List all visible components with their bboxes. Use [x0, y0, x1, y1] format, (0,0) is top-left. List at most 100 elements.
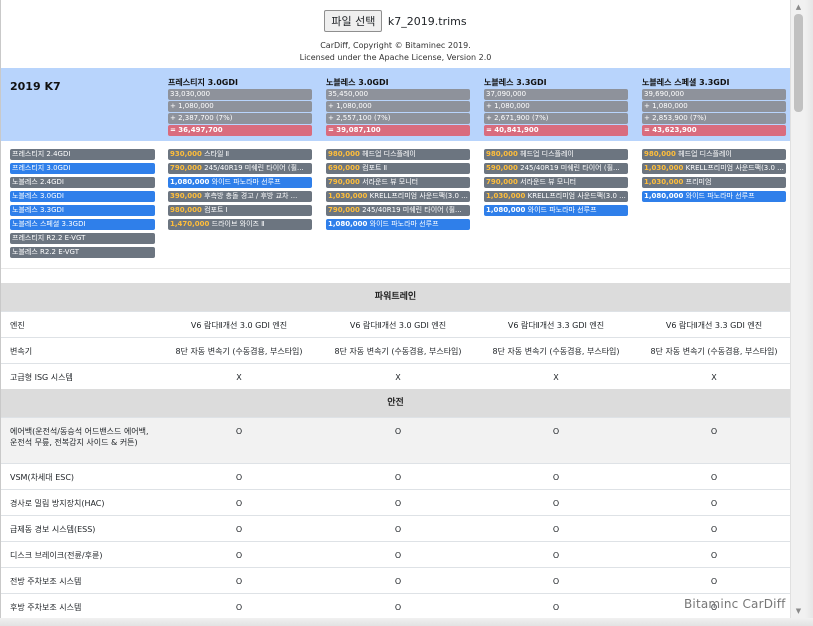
- window-shadow-right: [805, 0, 813, 626]
- scrollbar-thumb[interactable]: [794, 14, 803, 112]
- option-item[interactable]: 980,000 헤드업 디스플레이: [642, 149, 786, 160]
- option-item[interactable]: 980,000 헤드업 디스플레이: [484, 149, 628, 160]
- trim-name: 노블레스 스페셜 3.3GDI: [642, 78, 730, 87]
- option-name: 245/40R19 미쉐린 타이어 (휠...: [520, 164, 620, 172]
- option-name: 서라운드 뷰 모니터: [520, 178, 577, 186]
- option-item[interactable]: 980,000 헤드업 디스플레이: [326, 149, 470, 160]
- license-line: Licensed under the Apache License, Versi…: [299, 53, 492, 62]
- scroll-down-arrow-icon[interactable]: ▼: [791, 604, 806, 618]
- spec-label: 엔진: [10, 321, 25, 330]
- file-name-label: k7_2019.trims: [387, 15, 467, 28]
- option-item[interactable]: 390,000 후측방 충돌 경고 / 후방 교차 ...: [168, 191, 312, 202]
- option-price: 930,000: [170, 150, 202, 158]
- base-price: 33,030,000: [168, 89, 312, 100]
- option-price: 790,000: [328, 178, 360, 186]
- watermark: Bitaminc CarDiff: [684, 597, 786, 611]
- copyright-notice: CarDiff, Copyright © Bitaminec 2019. Lic…: [1, 40, 790, 64]
- spec-label: 디스크 브레이크(전륜/후륜): [10, 551, 103, 560]
- spec-value: O: [235, 473, 243, 482]
- option-item[interactable]: 1,470,000 드라이브 와이즈 Ⅱ: [168, 219, 312, 230]
- spec-row: 엔진 V6 람다Ⅱ개선 3.0 GDI 엔진 V6 람다Ⅱ개선 3.0 GDI 엔진…: [1, 311, 790, 337]
- option-name: 후측방 충돌 경고 / 후방 교차 ...: [204, 192, 298, 200]
- spec-row: 급제동 경보 시스템(ESS) O O O O: [1, 515, 790, 541]
- option-name: 245/40R19 미쉐린 타이어 (휠...: [362, 206, 462, 214]
- trim-name: 노블레스 3.3GDI: [484, 78, 547, 87]
- spec-row: 변속기 8단 자동 변속기 (수동겸용, 부스타입) 8단 자동 변속기 (수동겸용…: [1, 337, 790, 363]
- option-price: 1,470,000: [170, 220, 210, 228]
- option-item[interactable]: 1,080,000 와이드 파노라마 선루프: [642, 191, 786, 202]
- option-name: 와이드 파노라마 선루프: [211, 178, 281, 186]
- trim-summary-4: 노블레스 스페셜 3.3GDI 39,690,000 + 1,080,000 + 2,…: [642, 77, 786, 136]
- option-item[interactable]: 790,000 서라운드 뷰 모니터: [484, 177, 628, 188]
- option-item[interactable]: 1,030,000 KRELL프리미엄 사운드팩(3.0 ...: [642, 163, 786, 174]
- option-name: 드라이브 와이즈 Ⅱ: [211, 220, 265, 228]
- trim-list-item[interactable]: 프레스티지 2.4GDI: [10, 149, 155, 160]
- option-list-1: 930,000 스타일 Ⅱ 790,000 245/40R19 미쉐린 타이어 (…: [168, 149, 312, 233]
- spec-row: VSM(차세대 ESC) O O O O: [1, 463, 790, 489]
- vertical-scrollbar[interactable]: ▲ ▼: [790, 0, 805, 618]
- option-item[interactable]: 690,000 컴포트 Ⅱ: [326, 163, 470, 174]
- tax-amount: + 2,387,700 (7%): [168, 113, 312, 124]
- spec-value: O: [552, 473, 560, 482]
- spec-value: O: [394, 473, 402, 482]
- trim-list-item[interactable]: 노블레스 스페셜 3.3GDI: [10, 219, 155, 230]
- trim-list-item[interactable]: 노블레스 3.3GDI: [10, 205, 155, 216]
- option-list-2: 980,000 헤드업 디스플레이 690,000 컴포트 Ⅱ 790,000 서라…: [326, 149, 470, 233]
- spec-value: V6 람다Ⅱ개선 3.0 GDI 엔진: [349, 321, 447, 330]
- option-price: 690,000: [328, 164, 360, 172]
- spec-label: 전방 주차보조 시스템: [10, 577, 82, 586]
- option-price: 1,030,000: [644, 178, 684, 186]
- spec-value: 8단 자동 변속기 (수동겸용, 부스타입): [175, 347, 303, 356]
- option-price: 790,000: [170, 164, 202, 172]
- option-item[interactable]: 930,000 스타일 Ⅱ: [168, 149, 312, 160]
- spec-value: X: [236, 373, 242, 382]
- spec-label: 고급형 ISG 시스템: [10, 373, 73, 382]
- file-select-button[interactable]: 파일 선택: [324, 10, 383, 32]
- option-name: 헤드업 디스플레이: [520, 150, 574, 158]
- option-item[interactable]: 1,030,000 KRELL프리미엄 사운드팩(3.0 ...: [326, 191, 470, 202]
- spec-value: O: [235, 551, 243, 560]
- spec-value: O: [394, 603, 402, 612]
- option-price: 980,000: [644, 150, 676, 158]
- option-price: 1,080,000: [486, 206, 526, 214]
- option-price: 1,030,000: [486, 192, 526, 200]
- option-item[interactable]: 1,030,000 프리미엄: [642, 177, 786, 188]
- trim-list-item[interactable]: 노블레스 3.0GDI: [10, 191, 155, 202]
- option-item[interactable]: 1,080,000 와이드 파노라마 선루프: [326, 219, 470, 230]
- option-item[interactable]: 1,080,000 와이드 파노라마 선루프: [484, 205, 628, 216]
- option-name: 245/40R19 미쉐린 타이어 (휠...: [204, 164, 304, 172]
- option-price: 1,030,000: [644, 164, 684, 172]
- spec-label: 급제동 경보 시스템(ESS): [10, 525, 96, 534]
- scroll-up-arrow-icon[interactable]: ▲: [791, 0, 806, 14]
- trim-list-item[interactable]: 프레스티지 R2.2 E-VGT: [10, 233, 155, 244]
- spec-row: 후방 주차보조 시스템 O O O O: [1, 593, 790, 618]
- option-price: 590,000: [486, 164, 518, 172]
- option-item[interactable]: 1,030,000 KRELL프리미엄 사운드팩(3.0 ...: [484, 191, 628, 202]
- option-item[interactable]: 790,000 245/40R19 미쉐린 타이어 (휠...: [326, 205, 470, 216]
- options-price: + 1,080,000: [326, 101, 470, 112]
- spec-row: 경사로 밀림 방지장치(HAC) O O O O: [1, 489, 790, 515]
- trim-name: 프레스티지 3.0GDI: [168, 78, 238, 87]
- spec-label: VSM(차세대 ESC): [10, 473, 75, 482]
- options-price: + 1,080,000: [484, 101, 628, 112]
- spec-value: O: [394, 577, 402, 586]
- option-item[interactable]: 980,000 컴포트 Ⅰ: [168, 205, 312, 216]
- option-name: 와이드 파노라마 선루프: [369, 220, 439, 228]
- spec-value: O: [710, 577, 718, 586]
- spec-value: O: [552, 427, 560, 436]
- option-item[interactable]: 790,000 245/40R19 미쉐린 타이어 (휠...: [168, 163, 312, 174]
- trim-list-item[interactable]: 노블레스 2.4GDI: [10, 177, 155, 188]
- spec-value: O: [235, 525, 243, 534]
- spec-value: O: [710, 499, 718, 508]
- option-list-4: 980,000 헤드업 디스플레이 1,030,000 KRELL프리미엄 사운드…: [642, 149, 786, 205]
- spec-value: O: [710, 551, 718, 560]
- option-item[interactable]: 790,000 서라운드 뷰 모니터: [326, 177, 470, 188]
- option-name: 와이드 파노라마 선루프: [685, 192, 755, 200]
- trim-list-item[interactable]: 노블레스 R2.2 E-VGT: [10, 247, 155, 258]
- spec-label: 에어백(운전석/동승석 어드밴스드 에어백, 운전석 무릎, 전복감지 사이드 …: [10, 427, 149, 447]
- trim-summary-3: 노블레스 3.3GDI 37,090,000 + 1,080,000 + 2,671,…: [484, 77, 628, 136]
- trim-summary-2: 노블레스 3.0GDI 35,450,000 + 1,080,000 + 2,557,…: [326, 77, 470, 136]
- option-item[interactable]: 590,000 245/40R19 미쉐린 타이어 (휠...: [484, 163, 628, 174]
- trim-list-item[interactable]: 프레스티지 3.0GDI: [10, 163, 155, 174]
- option-item[interactable]: 1,080,000 와이드 파노라마 선루프: [168, 177, 312, 188]
